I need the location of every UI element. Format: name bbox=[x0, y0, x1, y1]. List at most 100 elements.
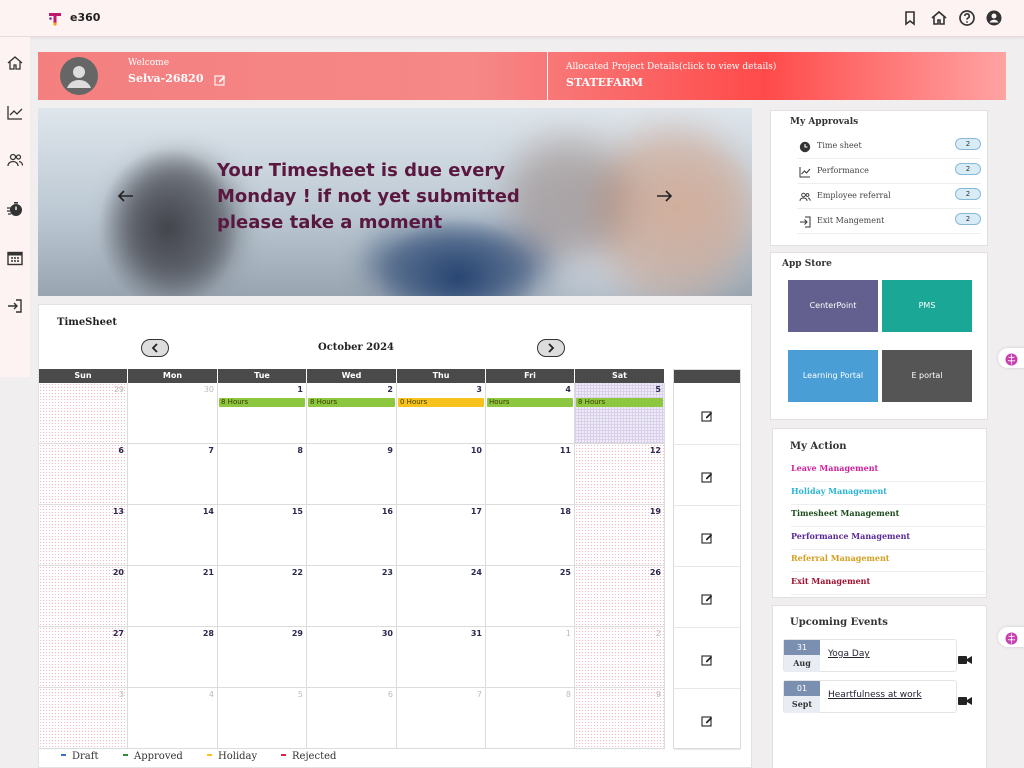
calendar-day-cell[interactable]: 9 bbox=[307, 444, 397, 505]
calendar-day-cell[interactable]: 27 bbox=[39, 627, 128, 688]
prev-month-button[interactable] bbox=[141, 339, 169, 357]
calendar-day-cell[interactable]: 29 bbox=[39, 383, 128, 444]
approval-item[interactable]: Employee referral 2 bbox=[797, 185, 981, 209]
edit-week-icon[interactable] bbox=[701, 529, 713, 544]
calendar-day-cell[interactable]: 21 bbox=[128, 566, 218, 627]
calendar-day-cell[interactable]: 2 bbox=[575, 627, 665, 688]
next-month-button[interactable] bbox=[537, 339, 565, 357]
project-name[interactable]: STATEFARM bbox=[566, 76, 643, 89]
approval-item[interactable]: Performance 2 bbox=[797, 160, 981, 184]
edit-week-icon[interactable] bbox=[701, 712, 713, 727]
hours-badge[interactable]: 8 Hours bbox=[576, 398, 663, 407]
calendar-day-cell[interactable]: 1 bbox=[486, 627, 575, 688]
event-item[interactable]: 01 Sept Heartfulness at work bbox=[783, 680, 957, 713]
event-item[interactable]: 31 Aug Yoga Day bbox=[783, 639, 957, 672]
action-link[interactable]: Timesheet Management bbox=[791, 505, 987, 527]
app-tile[interactable]: CenterPoint bbox=[788, 280, 878, 332]
assistant-floater[interactable] bbox=[998, 348, 1024, 368]
account-icon[interactable] bbox=[985, 9, 1003, 27]
calendar-day-cell[interactable]: 5 8 Hours bbox=[575, 383, 665, 444]
sidebar-exit-icon[interactable] bbox=[6, 297, 24, 315]
calendar-day-cell[interactable]: 31 bbox=[397, 627, 486, 688]
sidebar-timer-icon[interactable] bbox=[6, 200, 24, 218]
approval-item[interactable]: Exit Mangement 2 bbox=[797, 210, 981, 234]
calendar-day-cell[interactable]: 20 bbox=[39, 566, 128, 627]
help-icon[interactable] bbox=[958, 9, 976, 27]
edit-week-icon[interactable] bbox=[701, 407, 713, 422]
calendar-day-cell[interactable]: 18 bbox=[486, 505, 575, 566]
calendar-day-cell[interactable]: 9 bbox=[575, 688, 665, 749]
action-link[interactable]: Performance Management bbox=[791, 528, 987, 550]
app-tile[interactable]: PMS bbox=[882, 280, 972, 332]
calendar-day-cell[interactable]: 15 bbox=[218, 505, 307, 566]
calendar-day-cell[interactable]: 11 bbox=[486, 444, 575, 505]
calendar-day-cell[interactable]: 28 bbox=[128, 627, 218, 688]
action-link[interactable]: Leave Management bbox=[791, 460, 987, 482]
edit-week-icon[interactable] bbox=[701, 651, 713, 666]
edit-week-icon[interactable] bbox=[701, 590, 713, 605]
app-tile[interactable]: Learning Portal bbox=[788, 350, 878, 402]
assistant-floater-2[interactable] bbox=[998, 627, 1024, 647]
calendar-day-cell[interactable]: 22 bbox=[218, 566, 307, 627]
home-icon[interactable] bbox=[930, 9, 948, 27]
approval-label: Employee referral bbox=[817, 191, 891, 200]
calendar-day-cell[interactable]: 5 bbox=[218, 688, 307, 749]
sidebar-calendar-icon[interactable] bbox=[6, 249, 24, 267]
hours-badge[interactable]: 8 Hours bbox=[308, 398, 395, 407]
calendar-day-cell[interactable]: 23 bbox=[307, 566, 397, 627]
approval-item[interactable]: Time sheet 2 bbox=[797, 135, 981, 159]
calendar-day-cell[interactable]: 7 bbox=[128, 444, 218, 505]
app-logo-icon[interactable] bbox=[48, 11, 62, 26]
calendar-day-cell[interactable]: 26 bbox=[575, 566, 665, 627]
event-name[interactable]: Yoga Day bbox=[828, 649, 870, 659]
calendar-day-cell[interactable]: 8 bbox=[486, 688, 575, 749]
hours-badge[interactable]: 0 Hours bbox=[398, 398, 484, 407]
calendar-day-cell[interactable]: 8 bbox=[218, 444, 307, 505]
calendar-day-cell[interactable]: 24 bbox=[397, 566, 486, 627]
hours-badge[interactable]: 8 Hours bbox=[219, 398, 305, 407]
calendar-day-cell[interactable]: 4 bbox=[128, 688, 218, 749]
calendar-day-cell[interactable]: 3 0 Hours bbox=[397, 383, 486, 444]
sidebar-chart-icon[interactable] bbox=[6, 103, 24, 121]
calendar-day-cell[interactable]: 2 8 Hours bbox=[307, 383, 397, 444]
app-tile[interactable]: E portal bbox=[882, 350, 972, 402]
calendar-day-cell[interactable]: 17 bbox=[397, 505, 486, 566]
calendar-day-cell[interactable]: 19 bbox=[575, 505, 665, 566]
calendar-day-cell[interactable]: 6 bbox=[39, 444, 128, 505]
calendar-day-cell[interactable]: 7 bbox=[397, 688, 486, 749]
calendar-day-cell[interactable]: 25 bbox=[486, 566, 575, 627]
calendar-day-cell[interactable]: 4 Hours bbox=[486, 383, 575, 444]
action-link[interactable]: Exit Management bbox=[791, 573, 987, 595]
project-details-link[interactable]: Allocated Project Details(click to view … bbox=[566, 62, 776, 72]
legend-label: Holiday bbox=[218, 751, 258, 762]
edit-week-icon[interactable] bbox=[701, 468, 713, 483]
video-camera-icon[interactable] bbox=[958, 691, 972, 705]
action-link[interactable]: Holiday Management bbox=[791, 483, 987, 505]
calendar-day-cell[interactable]: 29 bbox=[218, 627, 307, 688]
carousel-prev-arrow-icon[interactable] bbox=[116, 186, 136, 206]
calendar-day-cell[interactable]: 10 bbox=[397, 444, 486, 505]
day-number: 5 bbox=[655, 385, 661, 394]
calendar-day-cell[interactable]: 13 bbox=[39, 505, 128, 566]
event-name[interactable]: Heartfulness at work bbox=[828, 690, 922, 700]
day-number: 25 bbox=[559, 568, 571, 577]
hours-badge[interactable]: Hours bbox=[487, 398, 573, 407]
carousel-next-arrow-icon[interactable] bbox=[654, 186, 674, 206]
action-link[interactable]: Referral Management bbox=[791, 550, 987, 572]
calendar-day-cell[interactable]: 30 bbox=[128, 383, 218, 444]
calendar-day-cell[interactable]: 6 bbox=[307, 688, 397, 749]
sidebar-home-icon[interactable] bbox=[6, 54, 24, 72]
day-number: 17 bbox=[470, 507, 482, 516]
bookmark-icon[interactable] bbox=[901, 9, 919, 27]
calendar-day-cell[interactable]: 3 bbox=[39, 688, 128, 749]
calendar-day-cell[interactable]: 30 bbox=[307, 627, 397, 688]
video-camera-icon[interactable] bbox=[958, 650, 972, 664]
calendar-day-cell[interactable]: 16 bbox=[307, 505, 397, 566]
sidebar-people-icon[interactable] bbox=[6, 151, 24, 169]
week-edit-row bbox=[674, 445, 740, 506]
calendar-day-cell[interactable]: 14 bbox=[128, 505, 218, 566]
calendar-day-cell[interactable]: 1 8 Hours bbox=[218, 383, 307, 444]
edit-profile-icon[interactable] bbox=[214, 71, 226, 86]
legend-label: Approved bbox=[134, 751, 183, 762]
calendar-day-cell[interactable]: 12 bbox=[575, 444, 665, 505]
